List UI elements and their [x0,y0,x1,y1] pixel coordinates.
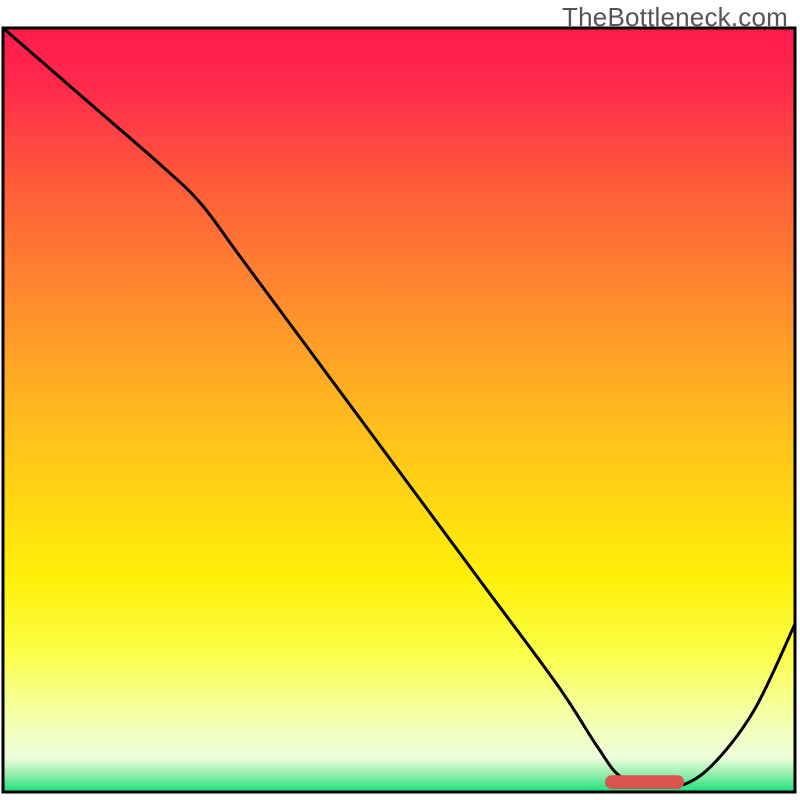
optimal-zone-marker [605,775,684,789]
gradient-background [3,28,795,792]
watermark-text: TheBottleneck.com [562,2,788,33]
chart-container: TheBottleneck.com [0,0,800,800]
bottleneck-chart [0,0,800,800]
